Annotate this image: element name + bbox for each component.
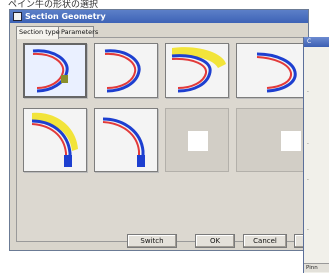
section-tile-3[interactable]	[165, 43, 229, 98]
section-tile-5[interactable]	[23, 108, 87, 172]
section-tile-8[interactable]	[236, 108, 307, 172]
section-shape-icon	[171, 47, 226, 93]
background-window: C · · · · Pinn	[303, 37, 329, 273]
section-type-panel	[16, 37, 307, 242]
section-shape-icon	[256, 52, 297, 93]
section-tile-2[interactable]	[94, 43, 158, 98]
background-window-titlebar[interactable]: C	[304, 37, 329, 47]
section-tile-4[interactable]	[236, 43, 307, 98]
window-icon	[13, 12, 22, 21]
section-shape-icon	[32, 49, 69, 93]
section-shape-icon	[104, 49, 141, 93]
background-window-title: C	[307, 38, 312, 45]
section-geometry-dialog: Section Geometry Section type Parameters	[9, 9, 309, 251]
section-tile-6[interactable]	[94, 108, 158, 172]
section-shape-icon	[102, 117, 145, 167]
background-window-status: Pinn	[304, 263, 329, 272]
dialog-title: Section Geometry	[25, 12, 106, 21]
placeholder-square	[188, 131, 208, 151]
side-marker: ·	[307, 141, 309, 148]
switch-button[interactable]: Switch	[127, 234, 177, 248]
side-marker: ·	[307, 89, 309, 96]
side-marker: ·	[307, 177, 309, 184]
placeholder-square	[281, 131, 301, 151]
section-shape-icon	[31, 112, 78, 167]
section-tile-7[interactable]	[165, 108, 229, 172]
tab-section-type[interactable]: Section type	[16, 26, 60, 39]
dialog-titlebar[interactable]: Section Geometry	[10, 10, 308, 23]
cancel-button[interactable]: Cancel	[243, 234, 287, 248]
section-tile-1[interactable]	[23, 43, 87, 98]
ok-button[interactable]: OK	[195, 234, 235, 248]
side-marker: ·	[307, 227, 309, 234]
